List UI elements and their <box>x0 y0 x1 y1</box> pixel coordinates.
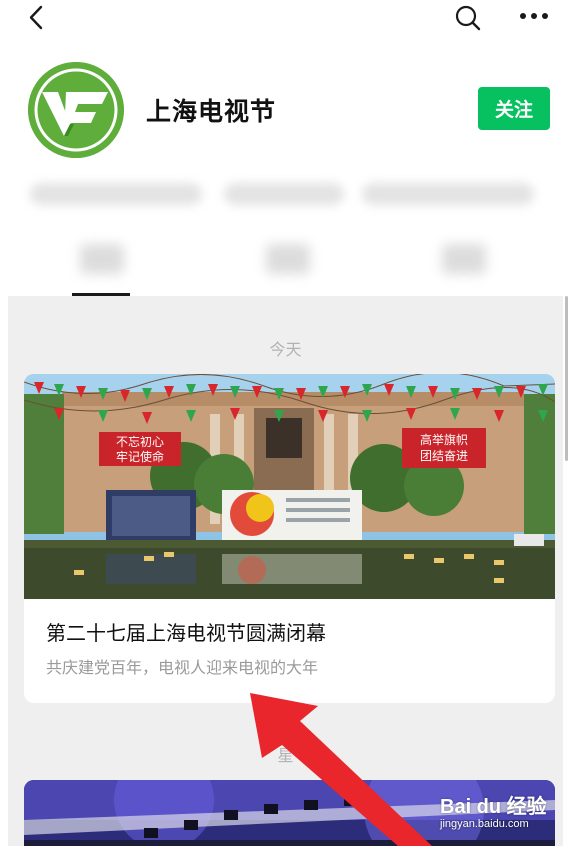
article-subtitle: 共庆建党百年，电视人迎来电视的大年 <box>46 658 319 677</box>
blurred-text <box>224 183 344 205</box>
date-label-today: 今天 <box>269 340 302 359</box>
tab-second[interactable] <box>266 244 310 274</box>
chevron-left-icon <box>29 5 43 30</box>
vf-logo-icon <box>28 62 124 158</box>
watermark-url: jingyan.baidu.com <box>440 818 529 830</box>
top-bar <box>0 0 571 40</box>
banner-left-line2: 牢记使命 <box>116 449 164 464</box>
follow-button[interactable]: 关注 <box>478 87 550 130</box>
account-logo[interactable] <box>28 62 124 158</box>
baidu-watermark: Bai du 经验 jingyan.baidu.com <box>438 790 566 840</box>
blurred-text <box>362 183 534 205</box>
more-button[interactable] <box>516 6 552 26</box>
blurred-info-row <box>0 166 571 222</box>
more-horizontal-icon <box>520 13 548 19</box>
feed-scrollbar[interactable] <box>565 296 568 461</box>
tab-messages[interactable] <box>80 244 124 274</box>
tab-third[interactable] <box>442 244 486 274</box>
blurred-text <box>30 183 202 205</box>
account-header: 上海电视节 关注 <box>0 58 571 168</box>
search-icon <box>455 5 481 31</box>
article-feed[interactable]: 今天 不忘初心 牢记使命 高举旗帜 团结奋进 第二十七届上海电视节圆满闭幕 共庆… <box>8 296 563 846</box>
banner-left-line1: 不忘初心 <box>116 434 164 449</box>
article-title: 第二十七届上海电视节圆满闭幕 <box>46 621 326 645</box>
watermark-brand: Bai du 经验 <box>440 796 547 818</box>
search-button[interactable] <box>454 4 482 32</box>
banner-right-line1: 高举旗帜 <box>420 432 468 447</box>
banner-right-line2: 团结奋进 <box>420 449 468 463</box>
date-label-star: 星 <box>277 746 294 765</box>
article-cover-image: 不忘初心 牢记使命 高举旗帜 团结奋进 <box>24 374 555 599</box>
account-name: 上海电视节 <box>146 97 277 126</box>
tab-bar <box>0 230 571 296</box>
back-button[interactable] <box>26 4 50 32</box>
article-card[interactable]: 不忘初心 牢记使命 高举旗帜 团结奋进 第二十七届上海电视节圆满闭幕 共庆建党百… <box>24 374 555 703</box>
